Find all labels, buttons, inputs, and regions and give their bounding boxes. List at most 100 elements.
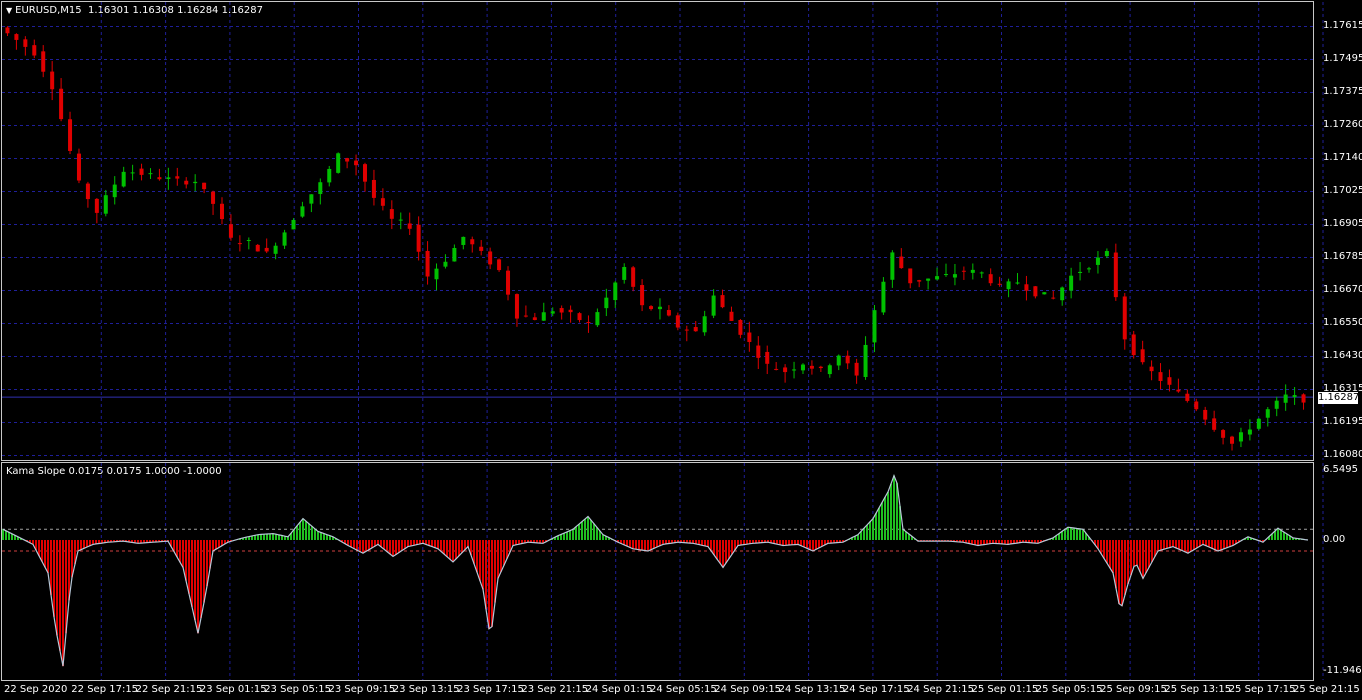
candle-body <box>908 268 913 284</box>
candle-body <box>756 345 761 358</box>
candle-body <box>595 312 600 326</box>
price-axis-tick: 1.17495 <box>1323 53 1362 64</box>
chart-canvas[interactable] <box>0 0 1362 700</box>
time-axis-tick: 25 Sep 09:15 <box>1100 684 1167 695</box>
candle-body <box>50 71 55 90</box>
candle-body <box>211 191 216 204</box>
candle-body <box>1230 436 1235 444</box>
candle-body <box>702 316 707 333</box>
candle-body <box>407 223 412 229</box>
candle-body <box>166 177 171 179</box>
candle-body <box>1256 418 1261 429</box>
candle-body <box>666 310 671 316</box>
candle-body <box>506 270 511 295</box>
candle-body <box>622 266 627 280</box>
price-axis-tick: 1.16905 <box>1323 218 1362 229</box>
candle-body <box>434 268 439 280</box>
time-axis-tick: 24 Sep 17:15 <box>842 684 910 695</box>
candle-body <box>452 247 457 262</box>
price-axis-tick: 1.16785 <box>1323 251 1362 262</box>
candle-body <box>800 364 805 371</box>
time-axis-tick: 23 Sep 17:15 <box>457 684 524 695</box>
candle-body <box>354 160 359 166</box>
candle-body <box>550 311 555 314</box>
candle-body <box>1283 394 1288 403</box>
time-axis-tick: 24 Sep 21:15 <box>907 684 974 695</box>
candle-body <box>997 283 1002 285</box>
candle-body <box>845 355 850 364</box>
candle-body <box>988 274 993 284</box>
time-axis-tick: 22 Sep 2020 <box>4 684 68 695</box>
candle-body <box>747 332 752 343</box>
candle-body <box>94 198 99 213</box>
candle-body <box>514 294 519 319</box>
candle-body <box>657 306 662 310</box>
candle-body <box>23 39 28 47</box>
candle-body <box>792 369 797 371</box>
candle-body <box>532 317 537 320</box>
candle-body <box>1140 349 1145 363</box>
price-axis-tick: 1.17260 <box>1323 119 1362 130</box>
candle-body <box>586 322 591 324</box>
candle-body <box>1122 296 1127 340</box>
candle-body <box>59 88 64 120</box>
candle-body <box>604 297 609 309</box>
candle-body <box>103 195 108 214</box>
candle-body <box>1060 287 1065 301</box>
candle-body <box>5 27 10 34</box>
candle-body <box>68 119 73 151</box>
candle-body <box>684 329 689 331</box>
candle-body <box>1113 252 1118 298</box>
candle-body <box>541 312 546 321</box>
candle-body <box>291 219 296 230</box>
candle-body <box>318 182 323 195</box>
time-axis-tick: 24 Sep 09:15 <box>714 684 782 695</box>
time-axis-tick: 25 Sep 01:15 <box>971 684 1039 695</box>
indicator-axis-tick: 6.5495 <box>1323 464 1358 475</box>
candle-body <box>1095 257 1100 265</box>
candle-body <box>935 276 940 280</box>
candle-body <box>363 164 368 182</box>
candle-body <box>809 365 814 369</box>
candle-body <box>711 295 716 316</box>
candle-body <box>1051 297 1056 299</box>
candle-body <box>1033 286 1038 297</box>
price-axis-tick: 1.17375 <box>1323 86 1362 97</box>
candle-body <box>1006 281 1011 290</box>
candle-body <box>1104 251 1109 257</box>
candle-body <box>76 153 81 181</box>
candle-body <box>836 355 841 366</box>
candle-body <box>1149 366 1154 372</box>
candle-body <box>899 256 904 269</box>
candle-body <box>14 34 19 40</box>
candle-body <box>228 224 233 238</box>
candle-body <box>631 267 636 287</box>
candle-body <box>649 306 654 310</box>
price-axis-tick: 1.17140 <box>1323 152 1362 163</box>
candle-body <box>1042 292 1047 295</box>
price-axis-tick: 1.16670 <box>1323 284 1362 295</box>
candle-body <box>139 168 144 175</box>
candle-body <box>309 194 314 204</box>
candle-body <box>1238 432 1243 442</box>
candle-body <box>193 181 198 184</box>
candle-body <box>1292 395 1297 398</box>
candle-body <box>488 251 493 265</box>
candle-body <box>175 176 180 179</box>
time-axis-tick: 23 Sep 09:15 <box>328 684 396 695</box>
candle-body <box>273 245 278 254</box>
candle-body <box>470 239 475 245</box>
candle-body <box>1221 430 1226 438</box>
candle-body <box>202 182 207 190</box>
candle-body <box>1167 377 1172 385</box>
current-price-tag: 1.16287 <box>1318 392 1360 404</box>
candle-body <box>219 203 224 220</box>
candle-body <box>461 236 466 245</box>
candle-body <box>237 243 242 245</box>
candle-body <box>917 280 922 282</box>
candle-body <box>371 179 376 198</box>
candle-body <box>416 224 421 252</box>
candle-body <box>1024 284 1029 291</box>
candle-body <box>246 240 251 242</box>
candle-body <box>640 285 645 306</box>
